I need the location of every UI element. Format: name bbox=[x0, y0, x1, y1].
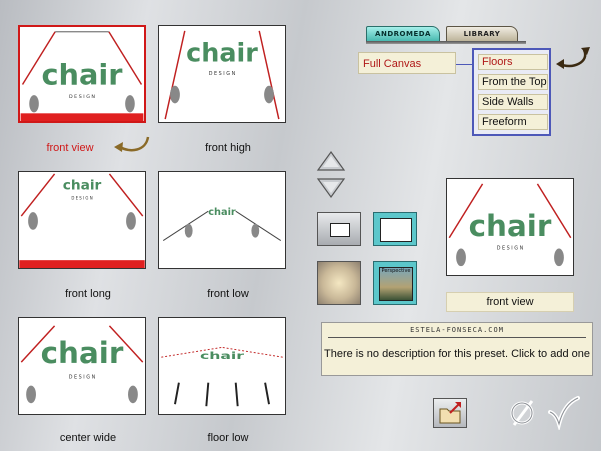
frame-border-icon bbox=[380, 218, 412, 242]
curved-arrow-icon bbox=[556, 47, 590, 69]
preset-caption: front high bbox=[205, 142, 251, 154]
svg-text:D E S I G N: D E S I G N bbox=[209, 71, 236, 77]
svg-text:D E S I G N: D E S I G N bbox=[69, 375, 96, 381]
menu-connector bbox=[456, 64, 472, 65]
preset-thumb-front-long[interactable]: chair D E S I G N bbox=[18, 171, 146, 269]
preview-caption: front view bbox=[446, 292, 574, 312]
menu-item-from-the-top[interactable]: From the Top bbox=[478, 74, 548, 90]
perspective-thumb: Perspective bbox=[379, 267, 413, 301]
svg-text:chair: chair bbox=[42, 58, 124, 92]
thumb-art: chair bbox=[161, 346, 283, 407]
curved-arrow-icon bbox=[114, 136, 150, 152]
preset-caption: front long bbox=[65, 288, 111, 300]
perspective-label: Perspective bbox=[381, 268, 411, 274]
svg-text:chair: chair bbox=[208, 207, 236, 218]
frame-border-button[interactable] bbox=[373, 212, 417, 246]
svg-text:chair: chair bbox=[200, 351, 245, 362]
frame-plain-button[interactable] bbox=[317, 212, 361, 246]
svg-text:chair: chair bbox=[186, 38, 258, 68]
svg-text:chair: chair bbox=[469, 209, 552, 243]
preset-thumb-front-high[interactable]: chair D E S I G N bbox=[158, 25, 286, 123]
cancel-icon[interactable] bbox=[508, 397, 538, 429]
checkmark-icon[interactable] bbox=[546, 394, 580, 430]
preset-caption: front view bbox=[46, 142, 94, 154]
preset-thumb-front-low[interactable]: chair bbox=[158, 171, 286, 269]
open-folder-icon bbox=[439, 402, 461, 424]
tab-underline bbox=[366, 41, 526, 44]
canvas-mode-selector[interactable]: Full Canvas bbox=[358, 52, 456, 74]
arrow-down-icon[interactable] bbox=[316, 177, 346, 199]
preset-thumb-floor-low[interactable]: chair bbox=[158, 317, 286, 415]
svg-text:chair: chair bbox=[41, 336, 124, 370]
preset-thumb-front-view[interactable]: chair D E S I G N bbox=[18, 25, 146, 123]
menu-item-freeform[interactable]: Freeform bbox=[478, 114, 548, 130]
tab-andromeda[interactable]: ANDROMEDA bbox=[366, 26, 440, 42]
texture-button[interactable] bbox=[317, 261, 361, 305]
thumb-art: chair D E S I G N bbox=[448, 183, 572, 267]
svg-text:D E S I G N: D E S I G N bbox=[497, 246, 524, 252]
preset-caption: floor low bbox=[207, 432, 249, 444]
frame-plain-icon bbox=[330, 223, 350, 237]
menu-item-side-walls[interactable]: Side Walls bbox=[478, 94, 548, 110]
description-text: There is no description for this preset.… bbox=[324, 348, 590, 360]
open-folder-button[interactable] bbox=[433, 398, 467, 428]
svg-text:D E S I G N: D E S I G N bbox=[69, 94, 95, 100]
svg-text:D E S I G N: D E S I G N bbox=[71, 195, 92, 200]
perspective-button[interactable]: Perspective bbox=[373, 261, 417, 305]
arrow-up-icon[interactable] bbox=[316, 150, 346, 172]
preset-thumb-center-wide[interactable]: chair D E S I G N bbox=[18, 317, 146, 415]
menu-item-floors[interactable]: Floors bbox=[478, 54, 548, 70]
preset-caption: center wide bbox=[59, 432, 117, 444]
svg-text:chair: chair bbox=[63, 178, 102, 194]
preset-caption: front low bbox=[207, 288, 249, 300]
tab-library[interactable]: LIBRARY bbox=[446, 26, 518, 42]
description-box[interactable]: ESTELA-FONSECA.COM There is no descripti… bbox=[321, 322, 593, 376]
thumb-art: chair D E S I G N bbox=[20, 325, 144, 404]
preview-thumbnail: chair D E S I G N bbox=[446, 178, 574, 276]
thumb-art: chair D E S I G N bbox=[164, 30, 280, 120]
tab-library-label: LIBRARY bbox=[463, 30, 501, 38]
tab-andromeda-label: ANDROMEDA bbox=[375, 30, 431, 38]
thumb-art: chair bbox=[162, 207, 282, 241]
thumb-art: chair D E S I G N bbox=[20, 31, 144, 121]
thumb-art: chair D E S I G N bbox=[19, 173, 145, 268]
description-header: ESTELA-FONSECA.COM bbox=[410, 326, 504, 334]
description-divider bbox=[328, 337, 586, 338]
perspective-menu: Floors From the Top Side Walls Freeform bbox=[472, 48, 551, 136]
